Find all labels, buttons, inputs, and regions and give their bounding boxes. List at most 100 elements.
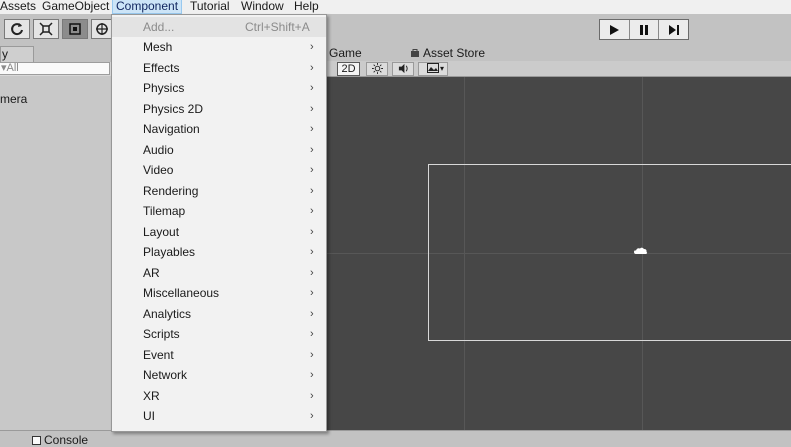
menu-item-ui[interactable]: UI ›: [112, 406, 326, 426]
menu-item-xr[interactable]: XR ›: [112, 386, 326, 406]
menu-item-analytics[interactable]: Analytics ›: [112, 304, 326, 324]
chevron-right-icon: ›: [310, 41, 314, 53]
rect-tool-button[interactable]: [62, 19, 88, 39]
menu-item-label: Layout: [143, 224, 180, 239]
chevron-down-icon: ▾: [440, 64, 445, 73]
step-icon: [668, 24, 679, 35]
menu-item-label: Rendering: [143, 183, 199, 198]
menu-item-rendering[interactable]: Rendering ›: [112, 181, 326, 201]
menu-item-add-label: Add...: [143, 20, 175, 34]
rotate-icon: [11, 23, 23, 36]
chevron-right-icon: ›: [310, 410, 314, 422]
menu-item-ar[interactable]: AR ›: [112, 263, 326, 283]
menu-item-add: Add... Ctrl+Shift+A: [112, 17, 326, 37]
menu-item-audio[interactable]: Audio ›: [112, 140, 326, 160]
tab-asset-store-label: Asset Store: [423, 46, 486, 60]
asset-store-icon: [411, 49, 419, 57]
menu-item-miscellaneous[interactable]: Miscellaneous ›: [112, 283, 326, 303]
menu-item-label: UI: [143, 409, 155, 423]
menu-item-tilemap[interactable]: Tilemap ›: [112, 201, 326, 221]
menu-item-mesh[interactable]: Mesh ›: [112, 37, 326, 57]
menu-item-label: Miscellaneous: [143, 286, 220, 300]
menu-item-navigation[interactable]: Navigation ›: [112, 119, 326, 139]
menu-item-event[interactable]: Event ›: [112, 345, 326, 365]
menu-item-label: XR: [143, 388, 160, 403]
chevron-right-icon: ›: [310, 102, 314, 115]
menu-item-label: Network: [143, 368, 188, 382]
chevron-right-icon: ›: [310, 205, 314, 217]
menu-item-layout[interactable]: Layout ›: [112, 222, 326, 242]
tab-asset-store[interactable]: Asset Store: [410, 46, 485, 60]
chevron-right-icon: ›: [310, 369, 314, 381]
transform-tool-button[interactable]: [91, 19, 113, 39]
menu-help[interactable]: Help: [290, 0, 323, 14]
chevron-right-icon: ›: [310, 389, 314, 402]
chevron-right-icon: ›: [310, 246, 314, 258]
menu-item-label: Navigation: [143, 122, 200, 136]
play-button[interactable]: [600, 20, 630, 39]
chevron-right-icon: ›: [310, 225, 314, 238]
menu-item-playables[interactable]: Playables ›: [112, 242, 326, 262]
chevron-right-icon: ›: [310, 82, 314, 94]
menu-item-label: Effects: [143, 60, 180, 75]
audio-icon: [398, 63, 408, 74]
menu-item-label: Physics 2D: [143, 101, 204, 116]
scene-tabs: Game Asset Store: [326, 44, 791, 61]
scale-icon: [39, 22, 53, 36]
menu-item-physics[interactable]: Physics ›: [112, 78, 326, 98]
rect-tool-icon: [69, 23, 81, 35]
menu-component[interactable]: Component: [112, 0, 183, 14]
menu-gameobject[interactable]: GameObject: [38, 0, 113, 14]
menu-bar: Assets GameObject Component Tutorial Win…: [0, 0, 791, 14]
menu-item-scripts[interactable]: Scripts ›: [112, 324, 326, 344]
menu-item-label: Analytics: [143, 306, 192, 321]
chevron-right-icon: ›: [310, 328, 314, 340]
lighting-toggle-button[interactable]: [366, 62, 388, 76]
menu-item-label: Mesh: [143, 40, 173, 54]
hierarchy-search: ▾All: [0, 62, 112, 76]
menu-item-physics-2d[interactable]: Physics 2D ›: [112, 99, 326, 119]
chevron-right-icon: ›: [310, 143, 314, 156]
console-icon: [32, 435, 41, 445]
chevron-right-icon: ›: [310, 61, 314, 74]
step-button[interactable]: [659, 20, 688, 39]
menu-item-effects[interactable]: Effects ›: [112, 58, 326, 78]
pause-button[interactable]: [630, 20, 660, 39]
hierarchy-tab[interactable]: y: [0, 46, 34, 62]
hierarchy-item-camera[interactable]: mera: [0, 92, 27, 106]
play-icon: [610, 24, 620, 35]
rotate-tool-button[interactable]: [4, 19, 30, 39]
hierarchy-panel: [0, 76, 112, 430]
scene-toolbar: 2D ▾: [326, 61, 791, 77]
menu-item-video[interactable]: Video ›: [112, 160, 326, 180]
scene-view[interactable]: [326, 77, 791, 430]
playback-controls: [599, 19, 689, 40]
menu-item-network[interactable]: Network ›: [112, 365, 326, 385]
menu-item-label: Video: [143, 163, 174, 177]
hierarchy-search-input[interactable]: ▾All: [0, 62, 110, 75]
chevron-right-icon: ›: [310, 266, 314, 279]
bottom-bar: Console: [0, 430, 791, 447]
menu-item-label: AR: [143, 265, 160, 280]
menu-window[interactable]: Window: [237, 0, 288, 14]
chevron-right-icon: ›: [310, 184, 314, 197]
menu-assets[interactable]: Assets: [0, 0, 40, 14]
menu-item-label: Physics: [143, 81, 185, 95]
audio-toggle-button[interactable]: [392, 62, 414, 76]
chevron-right-icon: ›: [310, 164, 314, 176]
camera-gizmo-icon[interactable]: [633, 246, 649, 258]
tab-game[interactable]: Game: [329, 46, 362, 60]
menu-item-label: Audio: [143, 142, 174, 157]
menu-item-label: Playables: [143, 245, 196, 259]
light-icon: [371, 63, 383, 74]
effects-icon: [427, 63, 439, 73]
effects-toggle-button[interactable]: ▾: [418, 62, 448, 76]
chevron-right-icon: ›: [310, 348, 314, 361]
camera-frame: [428, 164, 791, 341]
menu-tutorial[interactable]: Tutorial: [186, 0, 234, 14]
2d-toggle-button[interactable]: 2D: [337, 62, 360, 76]
chevron-right-icon: ›: [310, 307, 314, 320]
menu-item-add-shortcut: Ctrl+Shift+A: [245, 20, 310, 34]
menu-item-label: Tilemap: [143, 204, 186, 218]
scale-tool-button[interactable]: [33, 19, 59, 39]
